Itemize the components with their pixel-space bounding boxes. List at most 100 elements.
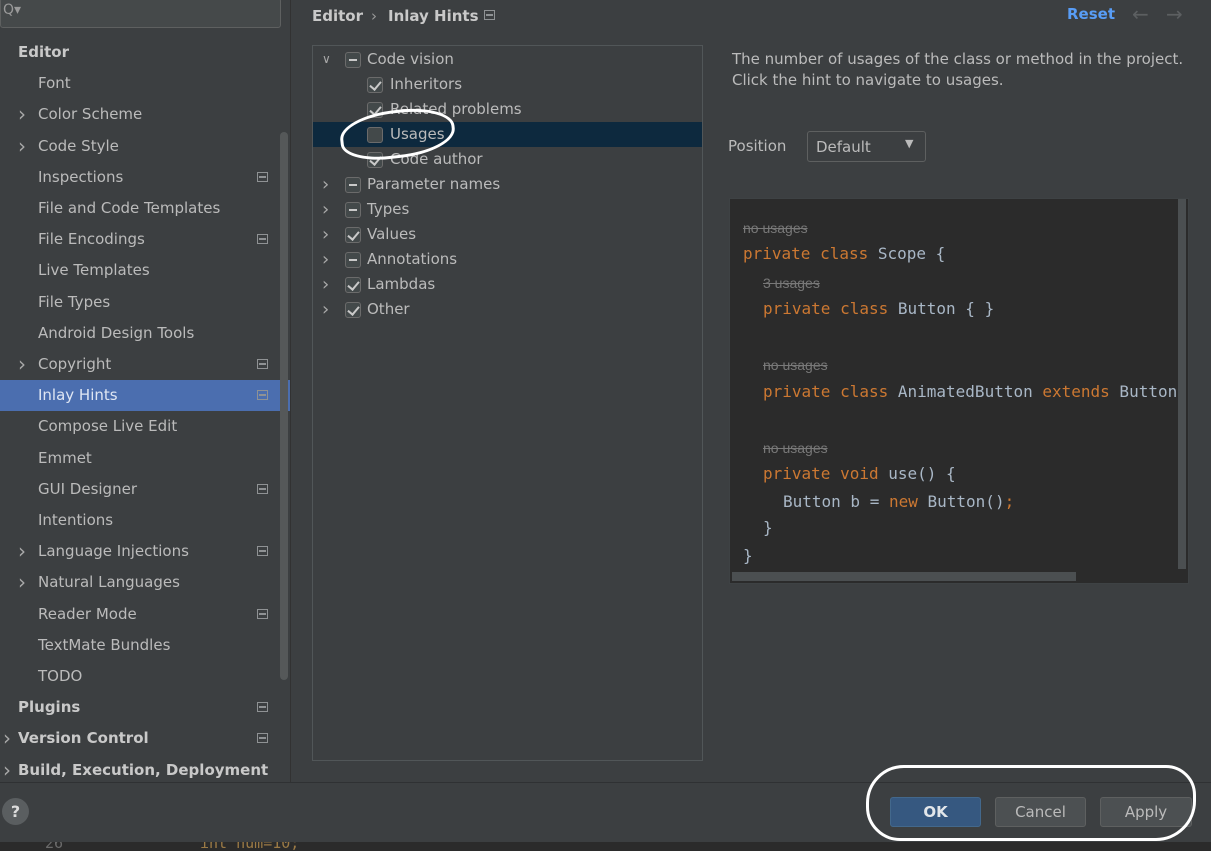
chevron-right-icon[interactable]: ›	[322, 272, 329, 297]
chevron-right-icon[interactable]: ›	[322, 172, 329, 197]
chevron-right-icon[interactable]: ›	[322, 197, 329, 222]
chevron-right-icon[interactable]: ›	[18, 349, 26, 380]
reset-button[interactable]: Reset	[1067, 5, 1115, 23]
sidebar-item[interactable]: TODO	[0, 661, 290, 692]
sidebar-item[interactable]: › Natural Languages	[0, 567, 290, 598]
sidebar-item-label: TextMate Bundles	[38, 636, 171, 654]
position-label: Position	[728, 137, 787, 155]
usage-hint[interactable]: no usages	[763, 357, 828, 373]
checkbox[interactable]	[345, 202, 361, 218]
breadcrumb-inlay-hints: Inlay Hints	[388, 7, 479, 25]
tree-row[interactable]: ∨ Code vision	[313, 47, 702, 72]
tree-row[interactable]: › Parameter names	[313, 172, 702, 197]
sidebar-item[interactable]: Compose Live Edit	[0, 411, 290, 442]
chevron-right-icon[interactable]: ›	[3, 723, 11, 754]
tree-row-label: Lambdas	[367, 275, 436, 293]
help-button[interactable]: ?	[2, 798, 29, 825]
sidebar-item-label: Android Design Tools	[38, 324, 195, 342]
tree-row[interactable]: Inheritors	[313, 72, 702, 97]
tree-row-label: Other	[367, 300, 410, 318]
sidebar-item[interactable]: Font	[0, 68, 290, 99]
sidebar-item[interactable]: › Color Scheme	[0, 99, 290, 130]
sidebar-item[interactable]: File and Code Templates	[0, 193, 290, 224]
sidebar-item-label: Language Injections	[38, 542, 189, 560]
sidebar-item-label: Emmet	[38, 449, 92, 467]
sidebar-item-label: TODO	[38, 667, 83, 685]
breadcrumb-editor[interactable]: Editor	[312, 5, 363, 27]
position-dropdown[interactable]: Default ▼	[807, 131, 926, 162]
code-preview: no usages private class Scope { 3 usages…	[729, 198, 1189, 584]
sidebar-item[interactable]: › Code Style	[0, 131, 290, 162]
chevron-right-icon[interactable]: ›	[3, 755, 11, 782]
sidebar-item[interactable]: Emmet	[0, 443, 290, 474]
sidebar-item-label: Build, Execution, Deployment	[18, 761, 269, 779]
code-line: Button b = new Button();	[783, 492, 1015, 511]
chevron-right-icon[interactable]: ›	[18, 131, 26, 162]
checkbox[interactable]	[345, 227, 361, 243]
sidebar-item-label: Plugins	[18, 698, 81, 716]
preview-horizontal-scrollbar[interactable]	[732, 572, 1076, 581]
sidebar-item[interactable]: Inlay Hints	[0, 380, 290, 411]
code-line: private class AnimatedButton extends But…	[763, 382, 1178, 401]
settings-search-input[interactable]: Q▾	[0, 0, 281, 28]
line-number: 26	[45, 842, 64, 851]
breadcrumb-separator: ›	[371, 7, 377, 25]
chevron-down-icon[interactable]: ∨	[322, 47, 331, 72]
code-line: }	[763, 518, 773, 537]
sidebar-item[interactable]: File Encodings	[0, 224, 290, 255]
sidebar-item[interactable]: Reader Mode	[0, 599, 290, 630]
settings-sidebar: Q▾ Editor Font › Color Scheme › Code Style Ins…	[0, 0, 291, 782]
back-arrow-icon[interactable]: ←	[1132, 2, 1149, 26]
chevron-right-icon[interactable]: ›	[322, 247, 329, 272]
background-editor-strip: 26 int num=10;	[0, 842, 1211, 851]
sidebar-item-label: Color Scheme	[38, 105, 143, 123]
sidebar-item[interactable]: Intentions	[0, 505, 290, 536]
usage-hint[interactable]: no usages	[763, 440, 828, 456]
sidebar-item[interactable]: Plugins	[0, 692, 290, 723]
chevron-right-icon[interactable]: ›	[18, 567, 26, 598]
checkbox[interactable]	[345, 302, 361, 318]
checkbox[interactable]	[345, 52, 361, 68]
sidebar-item[interactable]: Inspections	[0, 162, 290, 193]
usage-hint[interactable]: no usages	[743, 220, 808, 236]
checkbox[interactable]	[345, 277, 361, 293]
sidebar-scrollbar[interactable]	[280, 132, 288, 680]
preview-vertical-scrollbar[interactable]	[1178, 199, 1186, 569]
forward-arrow-icon[interactable]: →	[1166, 2, 1183, 26]
sidebar-item-label: Font	[38, 74, 71, 92]
chevron-right-icon[interactable]: ›	[322, 222, 329, 247]
checkbox[interactable]	[345, 252, 361, 268]
chevron-right-icon[interactable]: ›	[18, 536, 26, 567]
tree-row-label: Types	[367, 200, 410, 218]
usage-hint[interactable]: 3 usages	[763, 275, 820, 291]
tree-row[interactable]: › Lambdas	[313, 272, 702, 297]
tree-row[interactable]: › Values	[313, 222, 702, 247]
sidebar-item[interactable]: TextMate Bundles	[0, 630, 290, 661]
sidebar-item[interactable]: › Language Injections	[0, 536, 290, 567]
sidebar-item[interactable]: Editor	[0, 37, 290, 68]
chevron-right-icon[interactable]: ›	[322, 297, 329, 322]
project-scope-icon	[257, 702, 268, 712]
tree-row[interactable]: › Annotations	[313, 247, 702, 272]
checkbox[interactable]	[345, 177, 361, 193]
tree-row[interactable]: › Other	[313, 297, 702, 322]
sidebar-item-label: File Encodings	[38, 230, 145, 248]
checkbox[interactable]	[367, 77, 383, 93]
project-scope-icon	[257, 546, 268, 556]
sidebar-item[interactable]: Android Design Tools	[0, 318, 290, 349]
sidebar-item[interactable]: › Version Control	[0, 723, 290, 754]
code-line: private void use() {	[763, 464, 956, 483]
sidebar-item[interactable]: › Copyright	[0, 349, 290, 380]
sidebar-item-label: GUI Designer	[38, 480, 137, 498]
sidebar-item[interactable]: Live Templates	[0, 255, 290, 286]
sidebar-item[interactable]: GUI Designer	[0, 474, 290, 505]
code-line: private class Scope {	[743, 244, 946, 263]
project-scope-icon	[257, 172, 268, 182]
sidebar-item[interactable]: File Types	[0, 287, 290, 318]
sidebar-item-label: Code Style	[38, 137, 119, 155]
tree-row[interactable]: › Types	[313, 197, 702, 222]
project-scope-icon	[257, 390, 268, 400]
sidebar-item[interactable]: › Build, Execution, Deployment	[0, 755, 290, 782]
chevron-right-icon[interactable]: ›	[18, 99, 26, 130]
project-scope-icon	[257, 234, 268, 244]
